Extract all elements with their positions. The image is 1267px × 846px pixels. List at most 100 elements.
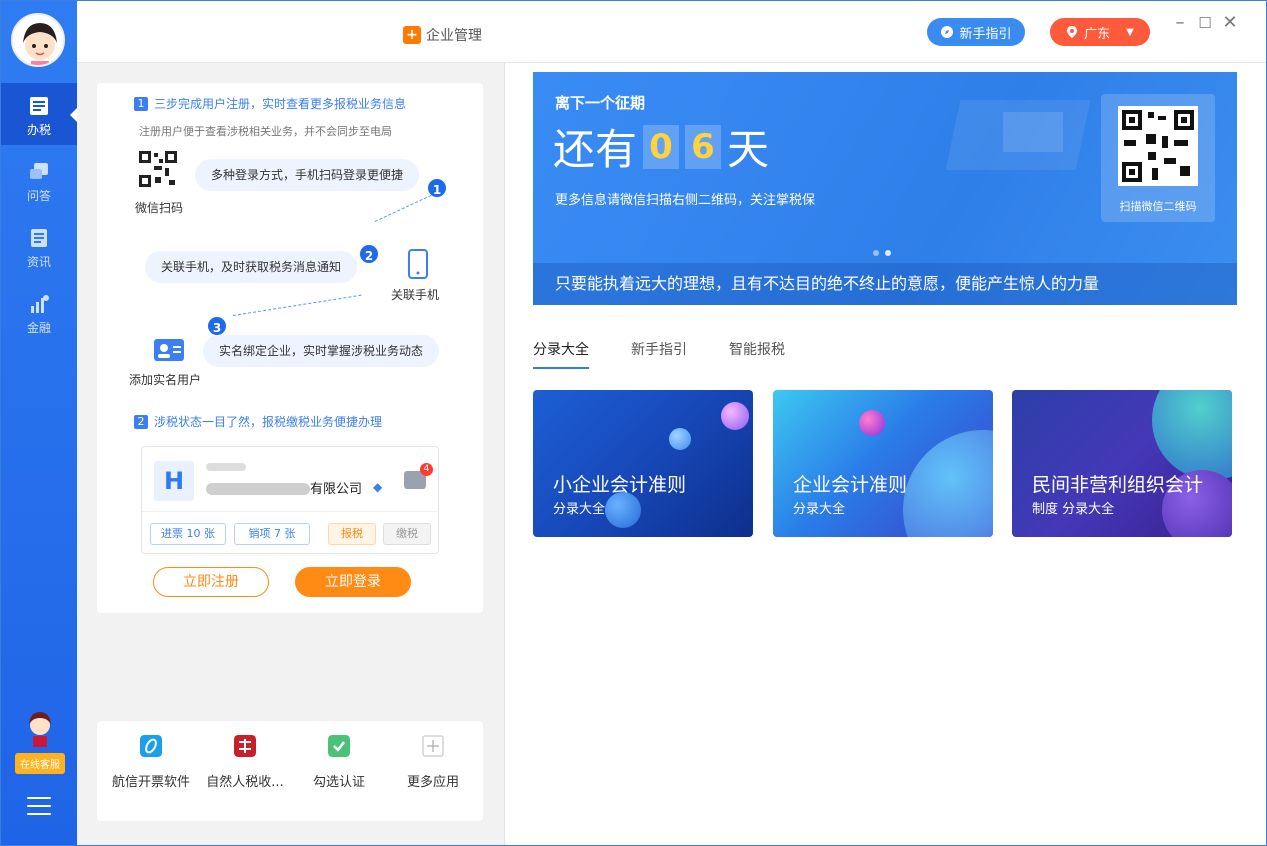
flow-connector [374, 194, 432, 222]
tab-entries[interactable]: 分录大全 [533, 339, 589, 369]
tile-title: 企业会计准则 [793, 474, 908, 496]
company-logo: H [154, 461, 194, 501]
register-button[interactable]: 立即注册 [153, 567, 269, 597]
add-realname-label: 添加实名用户 [129, 373, 202, 387]
wechat-scan-label: 微信扫码 [135, 201, 184, 215]
divider [142, 511, 438, 512]
banner-subtitle: 更多信息请微信扫描右侧二维码，关注掌税保 [555, 193, 816, 208]
days-countdown: 还有 0 6 天 [553, 116, 769, 177]
flow-step-2-number: 2 [358, 243, 380, 265]
aisino-icon [140, 735, 162, 757]
qr-label: 扫描微信二维码 [1119, 200, 1197, 213]
finance-icon [31, 295, 49, 313]
maximize-icon[interactable]: ☐ [1195, 13, 1215, 33]
chip-pay-tax: 缴税 [383, 523, 431, 545]
step-number: 1 [134, 96, 148, 111]
left-panel: 1 三步完成用户注册，实时查看更多报税业务信息 注册用户便于查看涉税相关业务，并… [77, 63, 505, 845]
app-label: 更多应用 [406, 775, 459, 790]
tile-decoration [859, 410, 885, 436]
tile-decoration [1152, 390, 1232, 480]
id-card-icon [154, 339, 184, 361]
customer-service-avatar-icon [29, 712, 51, 747]
countdown-suffix: 天 [727, 125, 770, 174]
app-label: 勾选认证 [312, 775, 365, 790]
company-preview: H 有限公司 ◆ 4 进票 10 张 销项 7 张 报税 缴税 [141, 446, 439, 554]
flow-step-3-number: 3 [206, 315, 228, 337]
app-label: 自然人税收... [206, 775, 284, 790]
tile-enterprise[interactable]: 企业会计准则 分录大全 [773, 390, 993, 537]
countdown-prefix: 还有 [553, 125, 638, 174]
step-number: 2 [134, 414, 148, 429]
tile-decoration [721, 402, 749, 430]
app-shortcuts: 航信开票软件 自然人税收... 勾选认证 更多应用 [97, 721, 483, 821]
sidebar-item-qa[interactable]: 问答 [1, 149, 77, 211]
app-check-cert[interactable]: 勾选认证 [293, 735, 385, 790]
tab-smart-filing[interactable]: 智能报税 [729, 339, 785, 369]
news-icon [31, 229, 47, 247]
chip-incoming-invoices: 进票 10 张 [150, 523, 226, 545]
login-button[interactable]: 立即登录 [295, 567, 411, 597]
beginner-guide-label: 新手指引 [959, 26, 1012, 42]
region-label: 广东 [1084, 26, 1111, 42]
tab-beginner-guide[interactable]: 新手指引 [631, 339, 687, 369]
customer-service-button[interactable]: 在线客服 [15, 709, 65, 775]
tile-decoration [669, 428, 691, 450]
company-name-suffix: 有限公司 [310, 482, 363, 497]
wechat-qr-code [1118, 106, 1198, 186]
flow-step-3: 实名绑定企业，实时掌握涉税业务动态 [203, 335, 440, 367]
plus-icon [422, 735, 444, 757]
app-aisino[interactable]: 航信开票软件 [105, 735, 197, 790]
avatar[interactable] [11, 13, 65, 67]
tile-nonprofit[interactable]: 民间非营利组织会计 制度 分录大全 [1012, 390, 1232, 537]
countdown-digit: 0 [643, 124, 680, 169]
flow-connector [232, 294, 362, 316]
enterprise-plus-icon: + [403, 26, 421, 44]
content-tabs: 分录大全 新手指引 智能报税 [533, 339, 785, 369]
register-card: 1 三步完成用户注册，实时查看更多报税业务信息 注册用户便于查看涉税相关业务，并… [97, 83, 483, 613]
window-title: + 企业管理 [403, 25, 482, 45]
beginner-guide-button[interactable]: 新手指引 [927, 18, 1025, 46]
step1-note: 注册用户便于查看涉税相关业务，并不会同步至电局 [139, 125, 392, 138]
carousel-dots[interactable] [873, 250, 891, 256]
location-pin-icon [1067, 26, 1078, 38]
tax-icon [30, 97, 48, 115]
flow-step-1: 多种登录方式，手机扫码登录更便捷 [195, 159, 420, 191]
tile-subtitle: 制度 分录大全 [1032, 502, 1115, 517]
left-rail: 办税 问答 资讯 金融 在线客服 [1, 1, 78, 845]
chevron-down-icon: ▼ [1126, 26, 1134, 38]
step2-header: 2 涉税状态一目了然，报税缴税业务便捷办理 [134, 413, 382, 430]
sidebar-item-news[interactable]: 资讯 [1, 215, 77, 277]
region-select[interactable]: 广东 ▼ [1050, 18, 1150, 46]
step2-title: 涉税状态一目了然，报税缴税业务便捷办理 [154, 415, 383, 429]
sidebar-item-label: 问答 [26, 189, 51, 203]
sidebar-item-finance[interactable]: 金融 [1, 281, 77, 343]
minimize-icon[interactable]: – [1170, 13, 1190, 33]
link-phone-label: 关联手机 [391, 288, 440, 302]
tile-small-enterprise[interactable]: 小企业会计准则 分录大全 [533, 390, 753, 537]
close-icon[interactable]: ✕ [1220, 13, 1240, 33]
sidebar-item-label: 金融 [26, 321, 51, 335]
app-label: 航信开票软件 [111, 775, 190, 790]
qr-code-icon [139, 151, 177, 187]
tile-subtitle: 分录大全 [793, 502, 846, 517]
blurred-company-name [206, 483, 310, 495]
tax-period-banner[interactable]: 离下一个征期 还有 0 6 天 更多信息请微信扫描右侧二维码，关注掌税保 扫描微… [533, 72, 1237, 305]
tile-subtitle: 分录大全 [553, 502, 606, 517]
banner-qr-panel: 扫描微信二维码 [1101, 94, 1215, 222]
chip-file-tax: 报税 [328, 523, 376, 545]
message-count-badge: 4 [420, 463, 433, 476]
phone-icon [408, 249, 428, 279]
sidebar-item-label: 办税 [26, 123, 51, 137]
app-personal-tax[interactable]: 自然人税收... [199, 735, 291, 790]
window-title-text: 企业管理 [426, 28, 482, 44]
tile-decoration [903, 430, 993, 537]
sidebar-item-tax[interactable]: 办税 [1, 83, 78, 145]
menu-icon[interactable] [27, 797, 51, 819]
tile-decoration [605, 492, 641, 528]
customer-service-label: 在线客服 [15, 753, 65, 774]
app-more[interactable]: 更多应用 [387, 735, 479, 790]
tile-title: 小企业会计准则 [553, 474, 687, 496]
verified-diamond-icon: ◆ [373, 480, 383, 494]
app-window: 办税 问答 资讯 金融 在线客服 + 企业管理 新手指引 广东 ▼ – ☐ ✕ … [0, 0, 1267, 846]
countdown-digit: 6 [685, 124, 722, 169]
